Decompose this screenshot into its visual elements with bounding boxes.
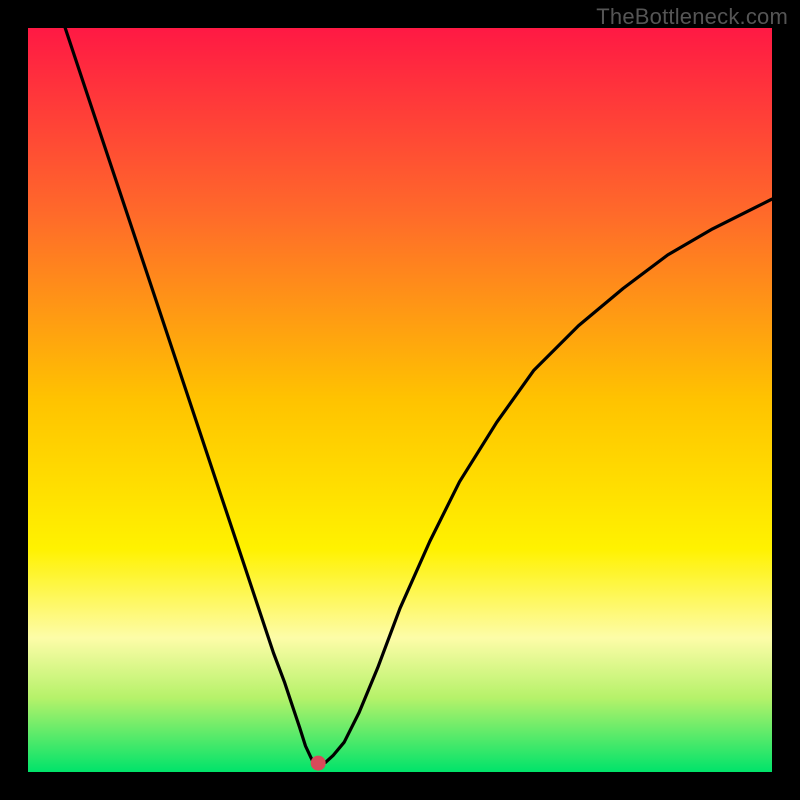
watermark-text: TheBottleneck.com [596,4,788,30]
bottleneck-chart [28,28,772,772]
plot-area [28,28,772,772]
chart-frame: TheBottleneck.com [0,0,800,800]
